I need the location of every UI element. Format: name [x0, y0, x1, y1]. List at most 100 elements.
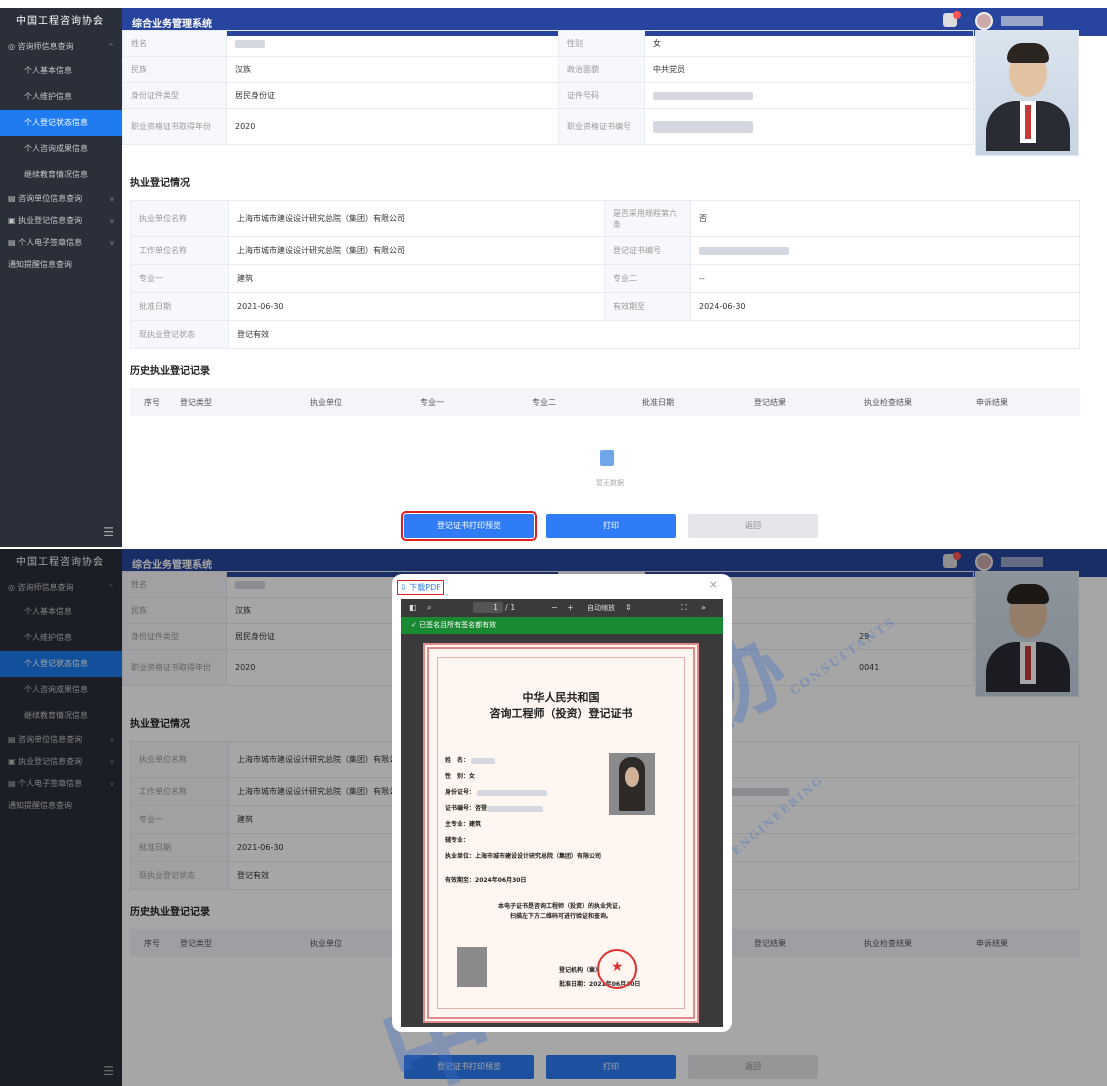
no-data-text: 暂无数据 — [596, 479, 624, 487]
profile-photo — [975, 30, 1079, 156]
qual-no-value — [644, 108, 974, 145]
no-data-icon — [600, 450, 614, 466]
cert-valid-row: 有效期至：2024年06月30日 — [445, 877, 527, 884]
certificate-page: 中华人民共和国 咨询工程师（投资）登记证书 姓 名： 性 别：女 身份证号： 证… — [423, 643, 699, 1023]
signature-valid-bar: ✓ 已签名且所有签名都有效 — [401, 617, 723, 634]
major2-value: -- — [690, 264, 1080, 293]
menu-item-notice[interactable]: 通知提醒信息查询 — [0, 254, 122, 276]
page-number-input[interactable] — [473, 602, 503, 613]
qual-year-value: 2020 — [226, 108, 559, 145]
unit-label: 执业单位名称 — [130, 200, 229, 237]
cert-authority: 登记机构（章） — [559, 967, 602, 974]
download-pdf-link[interactable]: ⇩ 下载PDF — [397, 580, 444, 595]
menu-group-consultant[interactable]: ◎ 咨询师信息查询 ^ — [0, 36, 122, 58]
ethnicity-label: 民族 — [122, 56, 227, 83]
col-check: 执业检查结果 — [864, 398, 912, 407]
menu-group-esign[interactable]: ▤ 个人电子签章信息 v — [0, 232, 122, 254]
chevron-updown-icon: ⇕ — [625, 603, 632, 612]
col-approve: 批准日期 — [642, 398, 674, 407]
fullscreen-icon[interactable]: ⛶ — [681, 603, 687, 613]
print-preview-button[interactable]: 登记证书打印预览 — [401, 511, 537, 541]
sidebar-item-basic-info[interactable]: 个人基本信息 — [0, 58, 122, 84]
col-result: 登记结果 — [754, 398, 786, 407]
sidebar-item-consult-results[interactable]: 个人咨询成果信息 — [0, 136, 122, 162]
notification-dot — [953, 11, 961, 19]
menu-group-unit[interactable]: ▤ 咨询单位信息查询 v — [0, 188, 122, 210]
zoom-select[interactable]: 自动缩放 — [587, 603, 615, 613]
chevron-up-icon: ^ — [108, 43, 114, 51]
page-total: / 1 — [505, 603, 516, 612]
unit-value: 上海市城市建设设计研究总院（集团）有限公司 — [228, 200, 605, 237]
cert-gender-row: 性 别：女 — [445, 773, 476, 780]
back-button[interactable]: 返回 — [688, 514, 818, 538]
sidebar-toggle-icon[interactable]: ◧ — [409, 603, 417, 612]
approve-value: 2021-06-30 — [228, 292, 605, 321]
cert-id-row: 身份证号： — [445, 787, 548, 796]
cert-unit-row: 执业单位：上海市城市建设设计研究总院（集团）有限公司 — [445, 853, 602, 860]
col-unit: 执业单位 — [310, 398, 342, 407]
search-icon[interactable]: ⌕ — [427, 603, 431, 613]
close-icon[interactable]: × — [709, 578, 718, 591]
cert-note-line2: 扫描左下方二维码可进行验证和查询。 — [509, 913, 612, 920]
cert-no-row: 证书编号：咨登 — [445, 803, 544, 812]
registration-section-title: 执业登记情况 — [130, 178, 190, 189]
zoom-in-icon[interactable]: + — [567, 603, 574, 612]
gender-value: 女 — [644, 30, 974, 57]
qual-year-label: 职业资格证书取得年份 — [122, 108, 227, 145]
ethnicity-value: 汉族 — [226, 56, 559, 83]
qual-no-label: 职业资格证书编号 — [558, 108, 645, 145]
approve-label: 批准日期 — [130, 292, 229, 321]
collapse-menu-icon[interactable]: ☰ — [103, 525, 114, 539]
work-unit-value: 上海市城市建设设计研究总院（集团）有限公司 — [228, 236, 605, 265]
cert-no-label: 登记证书编号 — [604, 236, 691, 265]
col-major1: 专业一 — [420, 398, 444, 407]
political-value: 中共党员 — [644, 56, 974, 83]
sidebar: 中国工程咨询协会 ◎ 咨询师信息查询 ^ 个人基本信息 个人维护信息 个人登记状态… — [0, 8, 122, 547]
major1-label: 专业一 — [130, 264, 229, 293]
zoom-out-icon[interactable]: − — [551, 603, 558, 612]
association-logo: 中国工程咨询协会 — [16, 16, 104, 27]
more-tools-icon[interactable]: » — [701, 603, 706, 612]
cert-title-main: 咨询工程师（投资）登记证书 — [489, 707, 633, 720]
menu-group-practice[interactable]: ▣ 执业登记信息查询 v — [0, 210, 122, 232]
history-table-header: 序号 登记类型 执业单位 专业一 专业二 批准日期 登记结果 执业检查结果 申诉… — [130, 388, 1080, 416]
chevron-down-icon: v — [109, 195, 114, 203]
id-type-label: 身份证件类型 — [122, 82, 227, 109]
username-redacted[interactable] — [1001, 16, 1043, 26]
cert-note-line1: 本电子证书是咨询工程师（投资）的执业凭证， — [497, 903, 624, 910]
status-label: 现执业登记状态 — [130, 320, 229, 349]
valid-label: 有效期至 — [604, 292, 691, 321]
cert-aux-major-row: 辅专业： — [445, 837, 470, 844]
work-unit-label: 工作单位名称 — [130, 236, 229, 265]
print-button[interactable]: 打印 — [546, 514, 676, 538]
screen-before: 中国工程咨询协会 ◎ 咨询师信息查询 ^ 个人基本信息 个人维护信息 个人登记状态… — [0, 8, 1107, 547]
id-no-label: 证件号码 — [558, 82, 645, 109]
col-type: 登记类型 — [180, 398, 212, 407]
chevron-down-icon: v — [109, 239, 114, 247]
cert-name-row: 姓 名： — [445, 755, 496, 764]
id-type-value: 居民身份证 — [226, 82, 559, 109]
sidebar-item-continuing-edu[interactable]: 继续教育情况信息 — [0, 162, 122, 188]
star-icon: ★ — [611, 959, 624, 975]
id-no-value — [644, 82, 974, 109]
cert-major-row: 主专业：建筑 — [445, 821, 482, 828]
col-appeal: 申诉结果 — [976, 398, 1008, 407]
certificate-preview-dialog: ⇩ 下载PDF × ◧ ⌕ 1 / 1 − + 自动缩放 ⇕ ⛶ » ✓ 已签名… — [392, 574, 732, 1032]
rule-value: 否 — [690, 200, 1080, 237]
registration-table: 执业单位名称 上海市城市建设设计研究总院（集团）有限公司 是否采用规程第六条 否… — [130, 200, 1080, 349]
chevron-down-icon: v — [109, 217, 114, 225]
screen-after: 中国工程咨询协会 ◎ 咨询师信息查询 ^ 个人基本信息 个人维护信息 个人登记状态… — [0, 549, 1107, 1086]
user-avatar[interactable] — [975, 12, 993, 30]
notification-bell-icon[interactable] — [943, 11, 961, 27]
rule-label: 是否采用规程第六条 — [604, 200, 691, 237]
status-value: 登记有效 — [228, 320, 1080, 349]
pdf-viewer: ◧ ⌕ 1 / 1 − + 自动缩放 ⇕ ⛶ » ✓ 已签名且所有签名都有效 中… — [401, 599, 723, 1027]
sidebar-item-maintenance[interactable]: 个人维护信息 — [0, 84, 122, 110]
name-value — [226, 30, 559, 57]
system-title: 综合业务管理系统 — [132, 19, 212, 30]
cert-title-country: 中华人民共和国 — [522, 691, 600, 704]
basic-info-table: 姓名 性别 女 民族 汉族 政治面貌 中共党员 身份证件类型 居民身份证 证件号… — [122, 30, 974, 145]
major2-label: 专业二 — [604, 264, 691, 293]
sidebar-item-registration-status[interactable]: 个人登记状态信息 — [0, 110, 122, 136]
valid-value: 2024-06-30 — [690, 292, 1080, 321]
